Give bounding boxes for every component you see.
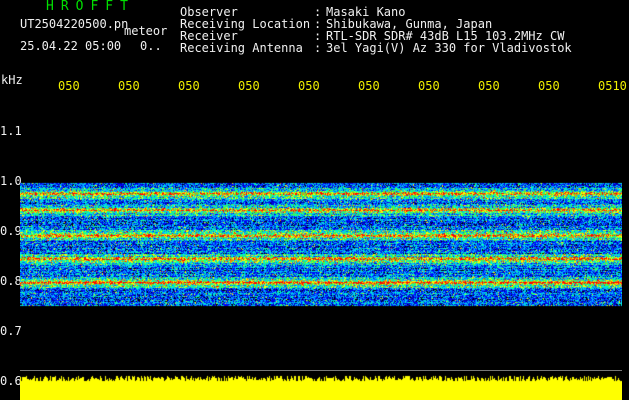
mode-label: meteor bbox=[124, 24, 168, 38]
hrofft-screen: HROFFT UT2504220500.pn meteor 25.04.22 0… bbox=[0, 0, 629, 400]
baseline bbox=[20, 370, 622, 371]
time-tick-label: 050 bbox=[538, 80, 560, 92]
app-title: HROFFT bbox=[46, 0, 135, 14]
time-tick-label: 050 bbox=[178, 80, 200, 92]
time-tick-label: 050 bbox=[58, 80, 80, 92]
spectrogram-canvas bbox=[20, 100, 622, 400]
time-tick-label: 050 bbox=[478, 80, 500, 92]
freq-tick-label: 0.8 bbox=[0, 274, 22, 288]
time-tick-label: 050 bbox=[298, 80, 320, 92]
time-tick-label: 050 bbox=[118, 80, 140, 92]
antenna-value: 3el Yagi(V) Az 330 for Vladivostok bbox=[326, 41, 572, 55]
counter: 0.. bbox=[140, 39, 162, 53]
colon: : bbox=[314, 41, 322, 55]
time-tick-label: 050 bbox=[238, 80, 260, 92]
time-tick-label: 0510 bbox=[598, 80, 627, 92]
time-tick-label: 050 bbox=[358, 80, 380, 92]
antenna-label: Receiving Antenna bbox=[180, 41, 303, 55]
freq-tick-label: 0.6 bbox=[0, 374, 22, 388]
freq-tick-label: 1.1 bbox=[0, 124, 22, 138]
datetime: 25.04.22 05:00 bbox=[20, 39, 122, 53]
frequency-unit-label: kHz bbox=[1, 73, 23, 87]
filename: UT2504220500.pn bbox=[20, 17, 129, 31]
freq-tick-label: 0.9 bbox=[0, 224, 22, 238]
spectrogram bbox=[20, 100, 622, 400]
freq-tick-label: 0.7 bbox=[0, 324, 22, 338]
time-tick-label: 050 bbox=[418, 80, 440, 92]
freq-tick-label: 1.0 bbox=[0, 174, 22, 188]
